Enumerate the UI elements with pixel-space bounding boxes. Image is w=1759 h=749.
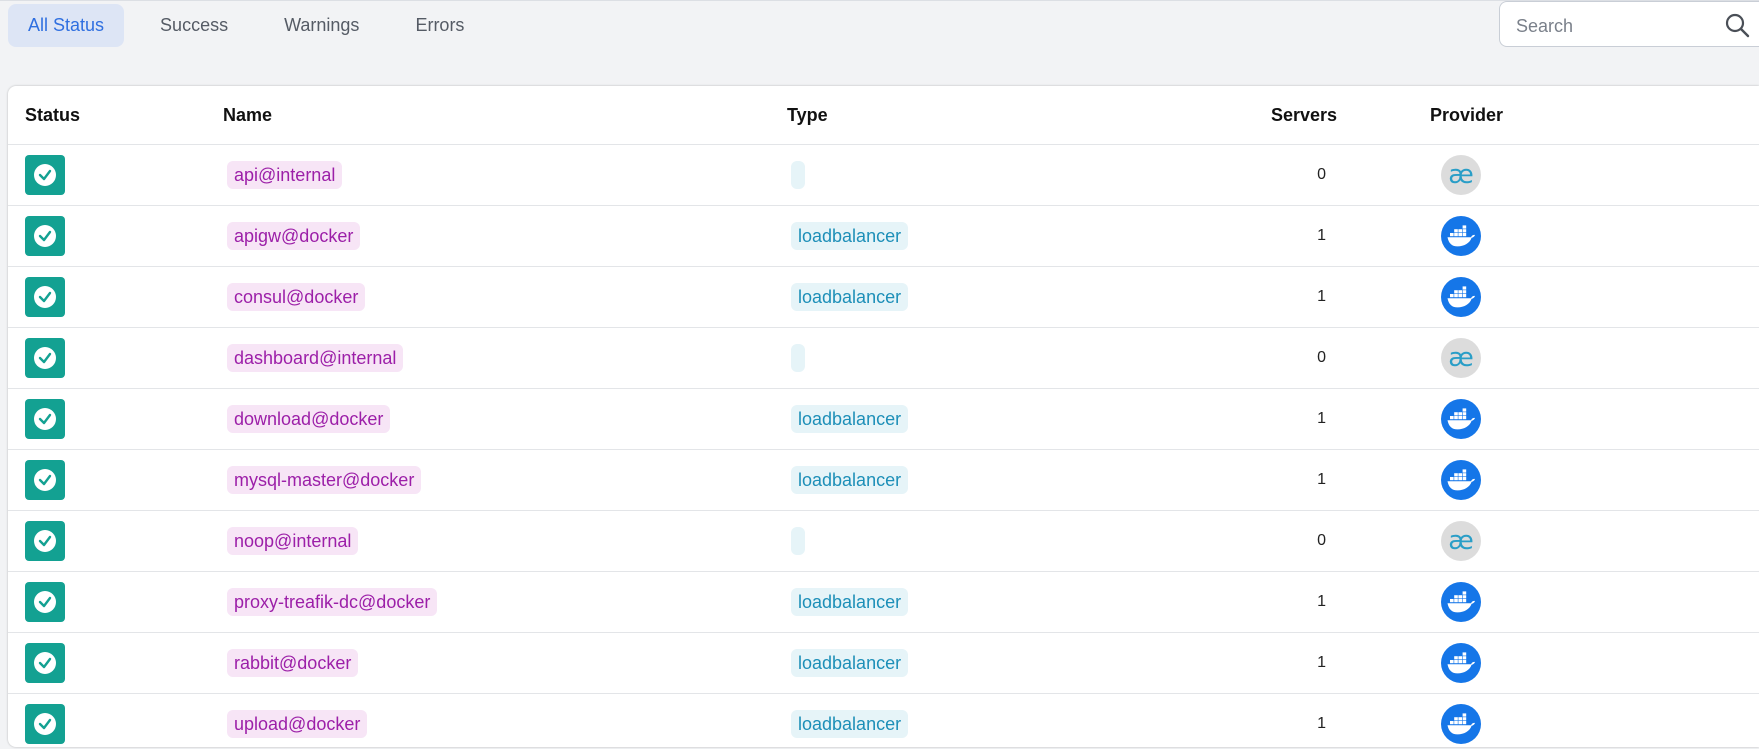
service-type: loadbalancer [791, 588, 909, 616]
tab-errors[interactable]: Errors [395, 4, 484, 47]
status-badge [25, 460, 65, 500]
service-type: loadbalancer [791, 466, 909, 494]
status-badge [25, 155, 65, 195]
table-row[interactable]: noop@internal 0 æ [8, 511, 1759, 572]
traefik-internal-icon: æ [1441, 155, 1481, 195]
server-count: 1 [1317, 227, 1326, 244]
server-count: 0 [1317, 532, 1326, 549]
service-name: upload@docker [227, 710, 368, 738]
table-row[interactable]: consul@docker loadbalancer 1 [8, 267, 1759, 328]
column-header-name[interactable]: Name [223, 86, 272, 144]
status-badge [25, 582, 65, 622]
service-name: rabbit@docker [227, 649, 359, 677]
table-header: Status Name Type Servers Provider [8, 86, 1759, 145]
service-type [791, 527, 805, 555]
service-name: noop@internal [227, 527, 359, 555]
search-box [1499, 1, 1759, 47]
tab-all-status[interactable]: All Status [8, 4, 125, 47]
table-row[interactable]: apigw@docker loadbalancer 1 [8, 206, 1759, 267]
service-type: loadbalancer [791, 710, 909, 738]
status-badge [25, 338, 65, 378]
column-header-provider[interactable]: Provider [1430, 86, 1503, 144]
server-count: 0 [1317, 349, 1326, 366]
service-type: loadbalancer [791, 649, 909, 677]
docker-whale-icon [1441, 582, 1481, 622]
table-row[interactable]: api@internal 0 æ [8, 145, 1759, 206]
docker-whale-icon [1441, 399, 1481, 439]
server-count: 0 [1317, 166, 1326, 183]
column-header-type[interactable]: Type [787, 86, 828, 144]
status-badge [25, 521, 65, 561]
server-count: 1 [1317, 654, 1326, 671]
check-circle-icon [34, 164, 56, 186]
service-name: dashboard@internal [227, 344, 404, 372]
column-header-servers[interactable]: Servers [1271, 86, 1337, 144]
status-badge [25, 643, 65, 683]
table-row[interactable]: download@docker loadbalancer 1 [8, 389, 1759, 450]
server-count: 1 [1317, 471, 1326, 488]
search-input[interactable] [1514, 12, 1718, 40]
column-header-status[interactable]: Status [25, 86, 80, 144]
docker-whale-icon [1441, 216, 1481, 256]
service-type [791, 344, 805, 372]
table-body: api@internal 0 æ apigw@docker loadbalancer 1 c… [8, 145, 1759, 747]
service-name: consul@docker [227, 283, 366, 311]
server-count: 1 [1317, 593, 1326, 610]
check-circle-icon [34, 286, 56, 308]
check-circle-icon [34, 591, 56, 613]
services-table: Status Name Type Servers Provider api@in… [8, 86, 1759, 747]
server-count: 1 [1317, 288, 1326, 305]
docker-whale-icon [1441, 643, 1481, 683]
check-circle-icon [34, 347, 56, 369]
service-name: download@docker [227, 405, 391, 433]
service-type: loadbalancer [791, 283, 909, 311]
top-divider [0, 0, 1759, 1]
traefik-internal-icon: æ [1441, 521, 1481, 561]
service-name: proxy-treafik-dc@docker [227, 588, 438, 616]
check-circle-icon [34, 408, 56, 430]
service-name: api@internal [227, 161, 343, 189]
check-circle-icon [34, 225, 56, 247]
status-badge [25, 277, 65, 317]
table-row[interactable]: proxy-treafik-dc@docker loadbalancer 1 [8, 572, 1759, 633]
status-filter-tabs: All Status Success Warnings Errors [8, 4, 500, 47]
service-type [791, 161, 805, 189]
service-name: apigw@docker [227, 222, 361, 250]
docker-whale-icon [1441, 704, 1481, 744]
check-circle-icon [34, 713, 56, 735]
tab-warnings[interactable]: Warnings [264, 4, 379, 47]
table-row[interactable]: dashboard@internal 0 æ [8, 328, 1759, 389]
docker-whale-icon [1441, 460, 1481, 500]
check-circle-icon [34, 652, 56, 674]
table-row[interactable]: upload@docker loadbalancer 1 [8, 694, 1759, 747]
table-row[interactable]: mysql-master@docker loadbalancer 1 [8, 450, 1759, 511]
status-badge [25, 399, 65, 439]
table-row[interactable]: rabbit@docker loadbalancer 1 [8, 633, 1759, 694]
service-type: loadbalancer [791, 405, 909, 433]
server-count: 1 [1317, 410, 1326, 427]
traefik-internal-icon: æ [1441, 338, 1481, 378]
tab-success[interactable]: Success [140, 4, 248, 47]
docker-whale-icon [1441, 277, 1481, 317]
status-badge [25, 216, 65, 256]
service-name: mysql-master@docker [227, 466, 422, 494]
check-circle-icon [34, 530, 56, 552]
status-badge [25, 704, 65, 744]
search-icon[interactable] [1724, 12, 1750, 38]
service-type: loadbalancer [791, 222, 909, 250]
check-circle-icon [34, 469, 56, 491]
server-count: 1 [1317, 715, 1326, 732]
